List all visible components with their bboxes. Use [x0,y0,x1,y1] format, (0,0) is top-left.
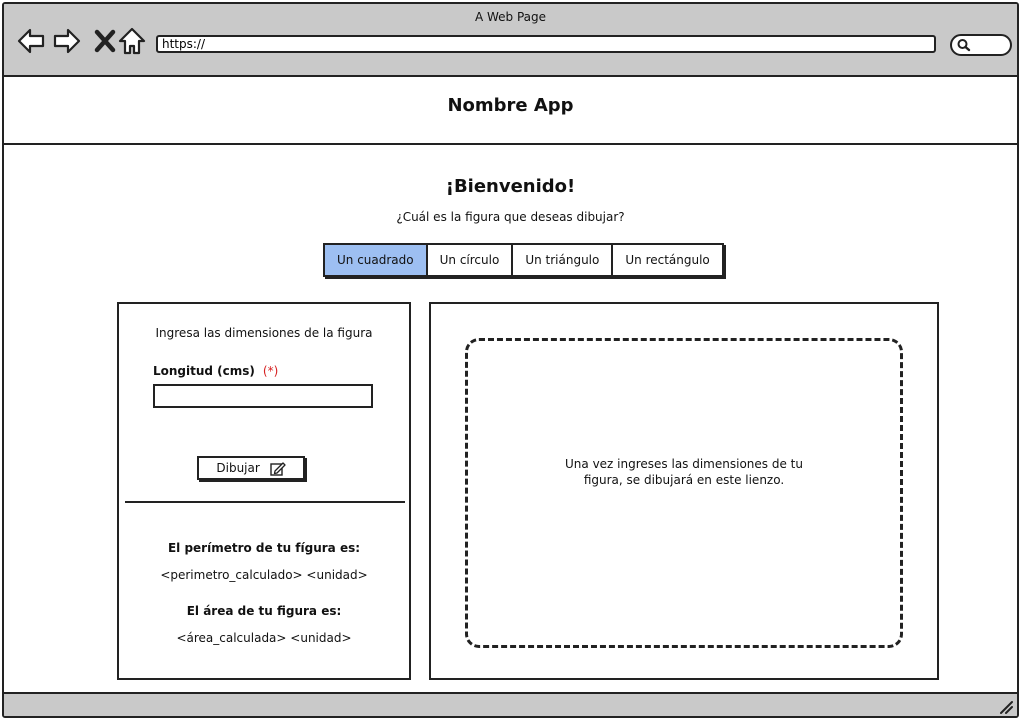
resize-grip-icon[interactable] [997,698,1013,714]
length-label-text: Longitud (cms) [153,364,255,378]
canvas-placeholder-text: Una vez ingreses las dimensiones de tu f… [565,457,803,487]
tab-square[interactable]: Un cuadrado [325,245,428,275]
url-input[interactable] [156,35,936,53]
forward-arrow-icon[interactable] [52,26,82,56]
divider [125,501,405,503]
dimensions-heading: Ingresa las dimensiones de la figura [155,326,373,340]
required-marker: (*) [262,364,279,378]
home-icon[interactable] [117,26,147,56]
area-value: <área_calculada> <unidad> [176,631,352,645]
browser-toolbar: A Web Page [4,4,1017,77]
status-bar [4,692,1017,716]
window-title: A Web Page [474,10,547,24]
browser-window: A Web Page Nombre App ¡Bienvenido! ¿Cuál… [2,2,1019,718]
app-header: Nombre App [4,77,1017,145]
tab-triangle[interactable]: Un triángulo [513,245,614,275]
tab-circle[interactable]: Un círculo [428,245,514,275]
area-title: El área de tu figura es: [186,604,342,618]
perimeter-title: El perímetro de tu fígura es: [167,541,361,555]
canvas-panel: Una vez ingreses las dimensiones de tu f… [429,302,939,680]
shape-selector: Un cuadrado Un círculo Un triángulo Un r… [323,243,724,277]
length-input[interactable] [153,384,373,408]
draw-button-label: Dibujar [216,461,260,475]
tab-rectangle[interactable]: Un rectángulo [613,245,721,275]
draw-button[interactable]: Dibujar [197,456,305,480]
length-label: Longitud (cms) (*) [153,364,278,378]
close-icon[interactable] [90,26,120,56]
search-icon [957,39,971,52]
back-arrow-icon[interactable] [16,26,46,56]
perimeter-value: <perimetro_calculado> <unidad> [160,568,368,582]
dimensions-panel: Ingresa las dimensiones de la figura Lon… [117,302,411,680]
browser-search-button[interactable] [950,34,1012,56]
edit-icon [269,461,286,476]
app-title: Nombre App [447,95,574,116]
drawing-canvas[interactable]: Una vez ingreses las dimensiones de tu f… [465,338,903,648]
welcome-title: ¡Bienvenido! [445,176,576,197]
shape-question: ¿Cuál es la figura que deseas dibujar? [396,210,625,224]
